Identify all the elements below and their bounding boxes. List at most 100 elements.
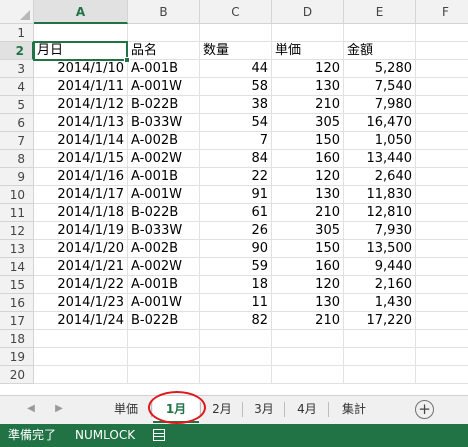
row-header-7[interactable]: 7 <box>0 132 34 150</box>
row-header-3[interactable]: 3 <box>0 60 34 78</box>
data-cell[interactable]: 18 <box>200 276 272 294</box>
column-header-f[interactable]: F <box>416 0 468 24</box>
column-header-c[interactable]: C <box>200 0 272 24</box>
empty-cell[interactable] <box>416 222 468 240</box>
empty-cell[interactable] <box>128 330 200 348</box>
data-cell[interactable]: 160 <box>272 258 344 276</box>
data-cell[interactable]: 2014/1/24 <box>34 312 128 330</box>
data-cell[interactable]: 2014/1/11 <box>34 78 128 96</box>
data-cell[interactable]: 61 <box>200 204 272 222</box>
data-cell[interactable]: B-033W <box>128 114 200 132</box>
column-header-e[interactable]: E <box>344 0 416 24</box>
data-cell[interactable]: 305 <box>272 222 344 240</box>
data-cell[interactable]: B-022B <box>128 96 200 114</box>
empty-cell[interactable] <box>416 60 468 78</box>
empty-cell[interactable] <box>416 150 468 168</box>
data-cell[interactable]: 150 <box>272 240 344 258</box>
header-cell[interactable]: 品名 <box>128 42 200 60</box>
data-cell[interactable]: 11 <box>200 294 272 312</box>
row-header-4[interactable]: 4 <box>0 78 34 96</box>
sheet-tab[interactable]: 4月 <box>287 396 327 423</box>
row-header-20[interactable]: 20 <box>0 366 34 384</box>
column-header-a[interactable]: A <box>34 0 128 24</box>
data-cell[interactable]: B-033W <box>128 222 200 240</box>
sheet-tab[interactable]: 単価 <box>102 396 150 423</box>
empty-cell[interactable] <box>128 24 200 42</box>
empty-cell[interactable] <box>34 348 128 366</box>
empty-cell[interactable] <box>416 168 468 186</box>
data-cell[interactable]: 2014/1/21 <box>34 258 128 276</box>
data-cell[interactable]: 210 <box>272 312 344 330</box>
empty-cell[interactable] <box>416 132 468 150</box>
data-cell[interactable]: 2014/1/12 <box>34 96 128 114</box>
data-cell[interactable]: A-002W <box>128 150 200 168</box>
data-cell[interactable]: 120 <box>272 276 344 294</box>
data-cell[interactable]: 2014/1/22 <box>34 276 128 294</box>
data-cell[interactable]: 130 <box>272 78 344 96</box>
data-cell[interactable]: 1,430 <box>344 294 416 312</box>
data-cell[interactable]: 91 <box>200 186 272 204</box>
data-cell[interactable]: 305 <box>272 114 344 132</box>
data-cell[interactable]: 120 <box>272 168 344 186</box>
data-cell[interactable]: 16,470 <box>344 114 416 132</box>
data-cell[interactable]: 17,220 <box>344 312 416 330</box>
data-cell[interactable]: 38 <box>200 96 272 114</box>
empty-cell[interactable] <box>416 204 468 222</box>
prev-sheet-icon[interactable]: ◀ <box>24 403 38 414</box>
row-header-5[interactable]: 5 <box>0 96 34 114</box>
data-cell[interactable]: 13,440 <box>344 150 416 168</box>
row-header-2[interactable]: 2 <box>0 42 34 60</box>
empty-cell[interactable] <box>416 186 468 204</box>
data-cell[interactable]: 7,930 <box>344 222 416 240</box>
empty-cell[interactable] <box>416 258 468 276</box>
data-cell[interactable]: 59 <box>200 258 272 276</box>
macro-record-icon[interactable] <box>153 429 165 441</box>
empty-cell[interactable] <box>416 114 468 132</box>
header-cell[interactable]: 月日 <box>34 42 128 60</box>
empty-cell[interactable] <box>200 366 272 384</box>
data-cell[interactable]: 2014/1/10 <box>34 60 128 78</box>
data-cell[interactable]: 2014/1/15 <box>34 150 128 168</box>
empty-cell[interactable] <box>344 330 416 348</box>
header-cell[interactable]: 金額 <box>344 42 416 60</box>
data-cell[interactable]: 1,050 <box>344 132 416 150</box>
data-cell[interactable]: 7,540 <box>344 78 416 96</box>
sheet-tab[interactable]: 1月 <box>153 396 199 423</box>
empty-cell[interactable] <box>34 366 128 384</box>
row-header-8[interactable]: 8 <box>0 150 34 168</box>
row-header-11[interactable]: 11 <box>0 204 34 222</box>
data-cell[interactable]: A-001B <box>128 168 200 186</box>
data-cell[interactable]: 84 <box>200 150 272 168</box>
row-header-15[interactable]: 15 <box>0 276 34 294</box>
empty-cell[interactable] <box>416 294 468 312</box>
data-cell[interactable]: 130 <box>272 294 344 312</box>
data-cell[interactable]: 2014/1/16 <box>34 168 128 186</box>
empty-cell[interactable] <box>272 366 344 384</box>
data-cell[interactable]: 150 <box>272 132 344 150</box>
data-cell[interactable]: 26 <box>200 222 272 240</box>
empty-cell[interactable] <box>200 348 272 366</box>
data-cell[interactable]: 2014/1/20 <box>34 240 128 258</box>
row-header-1[interactable]: 1 <box>0 24 34 42</box>
row-header-19[interactable]: 19 <box>0 348 34 366</box>
data-cell[interactable]: B-022B <box>128 312 200 330</box>
next-sheet-icon[interactable]: ▶ <box>52 403 66 414</box>
data-cell[interactable]: 7,980 <box>344 96 416 114</box>
empty-cell[interactable] <box>416 348 468 366</box>
header-cell[interactable]: 数量 <box>200 42 272 60</box>
data-cell[interactable]: 9,440 <box>344 258 416 276</box>
empty-cell[interactable] <box>200 330 272 348</box>
empty-cell[interactable] <box>416 96 468 114</box>
data-cell[interactable]: 2014/1/13 <box>34 114 128 132</box>
data-cell[interactable]: 160 <box>272 150 344 168</box>
empty-cell[interactable] <box>416 312 468 330</box>
data-cell[interactable]: 2014/1/23 <box>34 294 128 312</box>
row-header-9[interactable]: 9 <box>0 168 34 186</box>
empty-cell[interactable] <box>344 366 416 384</box>
row-header-14[interactable]: 14 <box>0 258 34 276</box>
data-cell[interactable]: 2014/1/17 <box>34 186 128 204</box>
empty-cell[interactable] <box>128 366 200 384</box>
empty-cell[interactable] <box>200 24 272 42</box>
data-cell[interactable]: A-002B <box>128 240 200 258</box>
data-cell[interactable]: 2014/1/19 <box>34 222 128 240</box>
